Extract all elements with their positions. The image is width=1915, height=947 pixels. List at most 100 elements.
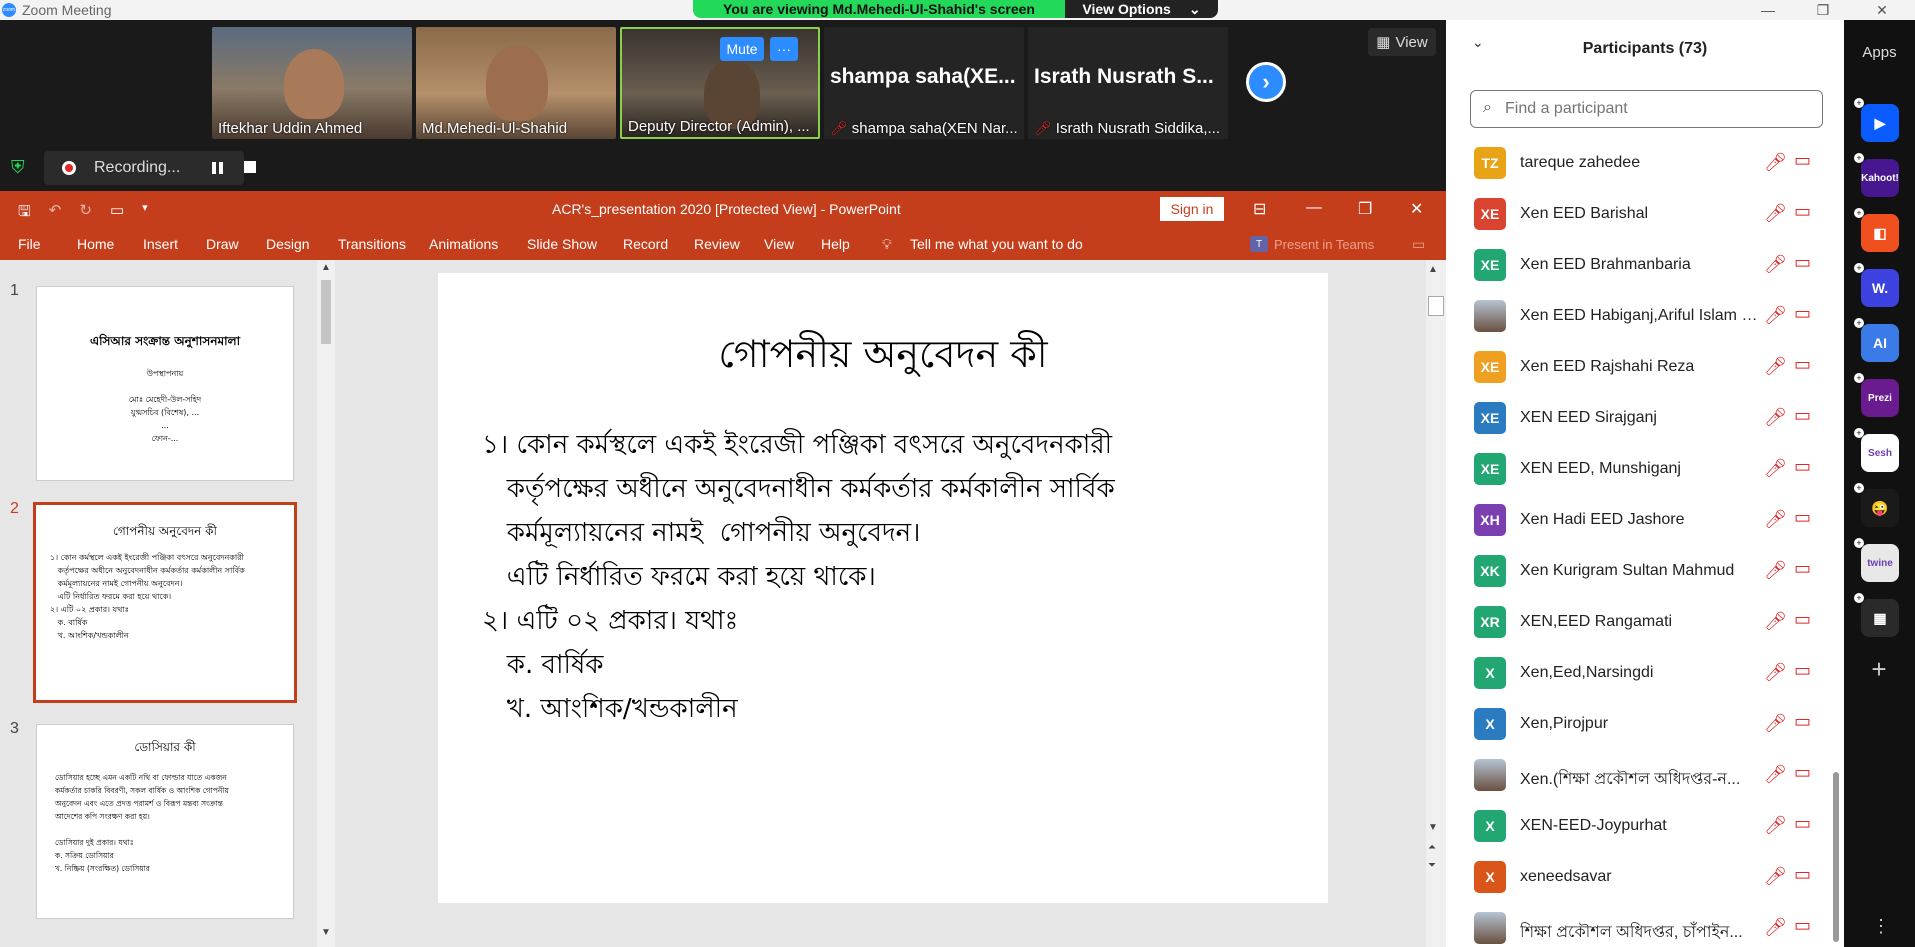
tab-help[interactable]: Help xyxy=(821,236,850,252)
slide-scrollbar[interactable]: ▲ ▼ ⏶ ⏷ xyxy=(1426,260,1446,947)
participant-row[interactable]: Xen.(শিক্ষা প্রকৌশল অধিদপ্তর-ন... 🎤︎ ▭ xyxy=(1446,750,1826,801)
scrollbar-thumb[interactable] xyxy=(1833,772,1839,942)
participant-row[interactable]: XE XEN EED Sirajganj 🎤︎ ▭ xyxy=(1446,393,1826,444)
participant-row[interactable]: XK Xen Kurigram Sultan Mahmud 🎤︎ ▭ xyxy=(1446,546,1826,597)
muted-mic-icon[interactable]: 🎤︎ xyxy=(1764,866,1787,887)
tab-design[interactable]: Design xyxy=(266,236,310,252)
video-off-icon[interactable]: ▭ xyxy=(1794,201,1811,222)
participant-row[interactable]: শিক্ষা প্রকৌশল অধিদপ্তর, চাঁপাইন... 🎤︎ ▭ xyxy=(1446,903,1826,947)
next-slide-icon[interactable]: ⏷ xyxy=(1428,860,1436,871)
muted-mic-icon[interactable]: 🎤︎ xyxy=(1764,611,1787,632)
video-off-icon[interactable]: ▭ xyxy=(1794,762,1811,783)
video-tile[interactable]: Israth Nusrath S... 🎤︎ Israth Nusrath Sid… xyxy=(1028,27,1228,139)
participants-scrollbar[interactable] xyxy=(1832,138,1840,947)
video-tile-active[interactable]: Mute ··· Deputy Director (Admin), ... xyxy=(620,27,820,139)
slide-thumbnail[interactable]: ডোসিয়ার কী ডোসিয়ার হচ্ছে এমন একটি নথি … xyxy=(36,724,294,919)
participant-row[interactable]: TZ tareque zahedee 🎤︎ ▭ xyxy=(1446,138,1826,189)
tab-review[interactable]: Review xyxy=(694,236,740,252)
muted-mic-icon[interactable]: 🎤︎ xyxy=(1764,764,1787,785)
video-off-icon[interactable]: ▭ xyxy=(1794,609,1811,630)
video-off-icon[interactable]: ▭ xyxy=(1794,864,1811,885)
tab-home[interactable]: Home xyxy=(77,236,114,252)
wooclap-app-icon[interactable]: W. xyxy=(1861,269,1899,307)
tab-transitions[interactable]: Transitions xyxy=(338,236,406,252)
tab-record[interactable]: Record xyxy=(623,236,668,252)
muted-mic-icon[interactable]: 🎤︎ xyxy=(1764,407,1787,428)
scroll-down-icon[interactable]: ▼ xyxy=(1428,822,1438,833)
kahoot-app-icon[interactable]: Kahoot! xyxy=(1861,159,1899,197)
participant-row[interactable]: XR XEN,EED Rangamati 🎤︎ ▭ xyxy=(1446,597,1826,648)
present-in-teams-button[interactable]: T Present in Teams xyxy=(1250,236,1374,252)
current-slide[interactable]: গোপনীয় অনুবেদন কী ১। কোন কর্মস্থলে একই … xyxy=(438,273,1328,903)
grid-app-icon[interactable]: ▦ xyxy=(1861,599,1899,637)
restore-icon[interactable]: ❐ xyxy=(1358,199,1372,219)
more-vertical-icon[interactable]: ⋮ xyxy=(1872,916,1890,937)
customize-qat-icon[interactable]: ▾ xyxy=(142,201,148,226)
muted-mic-icon[interactable]: 🎤︎ xyxy=(1764,917,1787,938)
video-off-icon[interactable]: ▭ xyxy=(1794,915,1811,936)
participant-search[interactable]: ⌕ xyxy=(1470,90,1823,128)
minimize-icon[interactable]: — xyxy=(1306,199,1322,217)
emoji-app-icon[interactable]: 😜 xyxy=(1861,489,1899,527)
video-off-icon[interactable]: ▭ xyxy=(1794,711,1811,732)
video-tile[interactable]: shampa saha(XE... 🎤︎ shampa saha(XEN Nar.… xyxy=(824,27,1024,139)
present-icon[interactable]: ▭ xyxy=(110,201,124,226)
video-off-icon[interactable]: ▭ xyxy=(1794,456,1811,477)
participant-row[interactable]: X XEN-EED-Joypurhat 🎤︎ ▭ xyxy=(1446,801,1826,852)
video-tile[interactable]: Iftekhar Uddin Ahmed xyxy=(212,27,412,139)
video-off-icon[interactable]: ▭ xyxy=(1794,303,1811,324)
participant-row[interactable]: XE Xen EED Rajshahi Reza 🎤︎ ▭ xyxy=(1446,342,1826,393)
comments-icon[interactable]: ▭ xyxy=(1412,236,1425,253)
prezi-app-icon[interactable]: Prezi xyxy=(1861,379,1899,417)
more-options-button[interactable]: ··· xyxy=(770,37,798,61)
muted-mic-icon[interactable]: 🎤︎ xyxy=(1764,509,1787,530)
previous-slide-icon[interactable]: ⏶ xyxy=(1428,842,1436,853)
twine-app-icon[interactable]: twine xyxy=(1861,544,1899,582)
redo-icon[interactable]: ↻ xyxy=(79,201,92,226)
tab-file[interactable]: File xyxy=(18,236,41,252)
orange-app-icon[interactable]: ◧ xyxy=(1861,214,1899,252)
thumbnails-scrollbar[interactable]: ▲ ▼ xyxy=(317,260,335,947)
muted-mic-icon[interactable]: 🎤︎ xyxy=(1764,305,1787,326)
tell-me-search[interactable]: Tell me what you want to do xyxy=(910,236,1083,252)
tab-animations[interactable]: Animations xyxy=(429,236,498,252)
tab-view[interactable]: View xyxy=(764,236,794,252)
video-off-icon[interactable]: ▭ xyxy=(1794,354,1811,375)
muted-mic-icon[interactable]: 🎤︎ xyxy=(1764,254,1787,275)
add-app-icon[interactable]: + xyxy=(1864,654,1894,684)
tab-draw[interactable]: Draw xyxy=(206,236,239,252)
close-icon[interactable]: ✕ xyxy=(1410,199,1423,219)
scrollbar-thumb[interactable] xyxy=(1428,296,1444,316)
participant-row[interactable]: XE XEN EED, Munshiganj 🎤︎ ▭ xyxy=(1446,444,1826,495)
participant-row[interactable]: XE Xen EED Barishal 🎤︎ ▭ xyxy=(1446,189,1826,240)
sign-in-button[interactable]: Sign in xyxy=(1160,197,1224,221)
participant-row[interactable]: X Xen,Pirojpur 🎤︎ ▭ xyxy=(1446,699,1826,750)
video-tile[interactable]: Md.Mehedi-Ul-Shahid xyxy=(416,27,616,139)
muted-mic-icon[interactable]: 🎤︎ xyxy=(1764,458,1787,479)
sesh-app-icon[interactable]: Sesh xyxy=(1861,434,1899,472)
ribbon-display-icon[interactable]: ⊟ xyxy=(1253,199,1266,219)
participant-row[interactable]: Xen EED Habiganj,Ariful Islam Kh... 🎤︎ ▭ xyxy=(1446,291,1826,342)
muted-mic-icon[interactable]: 🎤︎ xyxy=(1764,662,1787,683)
video-off-icon[interactable]: ▭ xyxy=(1794,558,1811,579)
muted-mic-icon[interactable]: 🎤︎ xyxy=(1764,152,1787,173)
slide-thumbnail-selected[interactable]: গোপনীয় অনুবেদন কী ১। কোন কর্মস্থলে একই … xyxy=(33,502,297,703)
video-off-icon[interactable]: ▭ xyxy=(1794,252,1811,273)
scroll-up-icon[interactable]: ▲ xyxy=(1428,264,1438,275)
participant-row[interactable]: XE Xen EED Brahmanbaria 🎤︎ ▭ xyxy=(1446,240,1826,291)
video-off-icon[interactable]: ▭ xyxy=(1794,150,1811,171)
mute-participant-button[interactable]: Mute xyxy=(720,37,764,61)
muted-mic-icon[interactable]: 🎤︎ xyxy=(1764,203,1787,224)
participant-row[interactable]: Xxeneedsavar 🎤︎ ▭ xyxy=(1446,852,1826,903)
participant-search-input[interactable] xyxy=(1505,98,1805,120)
minimize-icon[interactable]: — xyxy=(1748,0,1788,20)
next-page-arrow-icon[interactable]: › xyxy=(1246,62,1286,102)
ai-app-icon[interactable]: AI xyxy=(1861,324,1899,362)
scroll-down-icon[interactable]: ▼ xyxy=(317,927,335,943)
tab-insert[interactable]: Insert xyxy=(143,236,178,252)
view-button[interactable]: ▦ View xyxy=(1368,28,1436,56)
tab-slide-show[interactable]: Slide Show xyxy=(527,236,597,252)
video-off-icon[interactable]: ▭ xyxy=(1794,507,1811,528)
participant-row[interactable]: XH Xen Hadi EED Jashore 🎤︎ ▭ xyxy=(1446,495,1826,546)
restore-icon[interactable]: ❐ xyxy=(1803,0,1843,20)
